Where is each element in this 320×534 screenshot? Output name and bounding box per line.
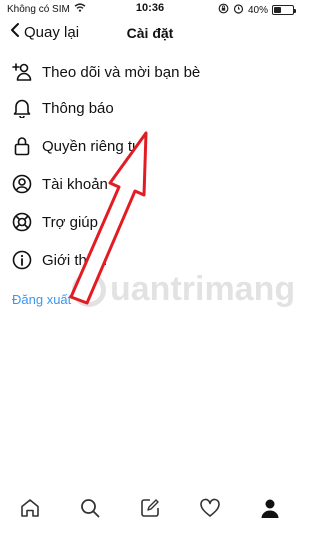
profile-icon[interactable] — [255, 493, 285, 523]
menu-item-label: Thông báo — [42, 99, 114, 117]
watermark: uantrimang — [72, 270, 295, 309]
battery-fill — [274, 7, 282, 13]
search-icon[interactable] — [75, 493, 105, 523]
lock-icon — [12, 136, 32, 156]
menu-item-label: Trợ giúp — [42, 213, 98, 231]
watermark-logo-icon — [72, 272, 106, 307]
heart-icon[interactable] — [195, 493, 225, 523]
add-person-icon — [12, 62, 32, 82]
menu-item-account[interactable]: Tài khoản — [0, 166, 300, 202]
menu-item-label: Quyền riêng tư — [42, 137, 143, 155]
home-icon[interactable] — [15, 493, 45, 523]
menu-item-label: Tài khoản — [42, 175, 108, 193]
menu-item-follow-invite[interactable]: Theo dõi và mời bạn bè — [0, 54, 300, 90]
nav-bar: Quay lại Cài đặt — [0, 18, 300, 50]
info-icon — [12, 250, 32, 270]
bell-icon — [12, 98, 32, 118]
lifebuoy-icon — [12, 212, 32, 232]
menu-item-privacy[interactable]: Quyền riêng tư — [0, 128, 300, 164]
status-bar: Không có SIM 10:36 40% — [0, 0, 300, 18]
alarm-icon — [233, 3, 244, 17]
logout-link[interactable]: Đăng xuất — [12, 292, 71, 307]
menu-item-label: Giới thiệu — [42, 251, 107, 269]
battery-icon — [272, 5, 296, 15]
menu-item-help[interactable]: Trợ giúp — [0, 204, 300, 240]
battery-percent: 40% — [247, 4, 268, 16]
watermark-text: uantrimang — [110, 270, 296, 308]
page-title: Cài đặt — [126, 25, 174, 41]
bottom-tab-bar — [0, 488, 300, 534]
account-icon — [12, 174, 32, 194]
menu-item-label: Theo dõi và mời bạn bè — [42, 63, 201, 81]
menu-item-notifications[interactable]: Thông báo — [0, 90, 300, 126]
new-post-icon[interactable] — [135, 493, 165, 523]
status-right: 40% — [218, 3, 296, 17]
orientation-lock-icon — [218, 3, 229, 17]
